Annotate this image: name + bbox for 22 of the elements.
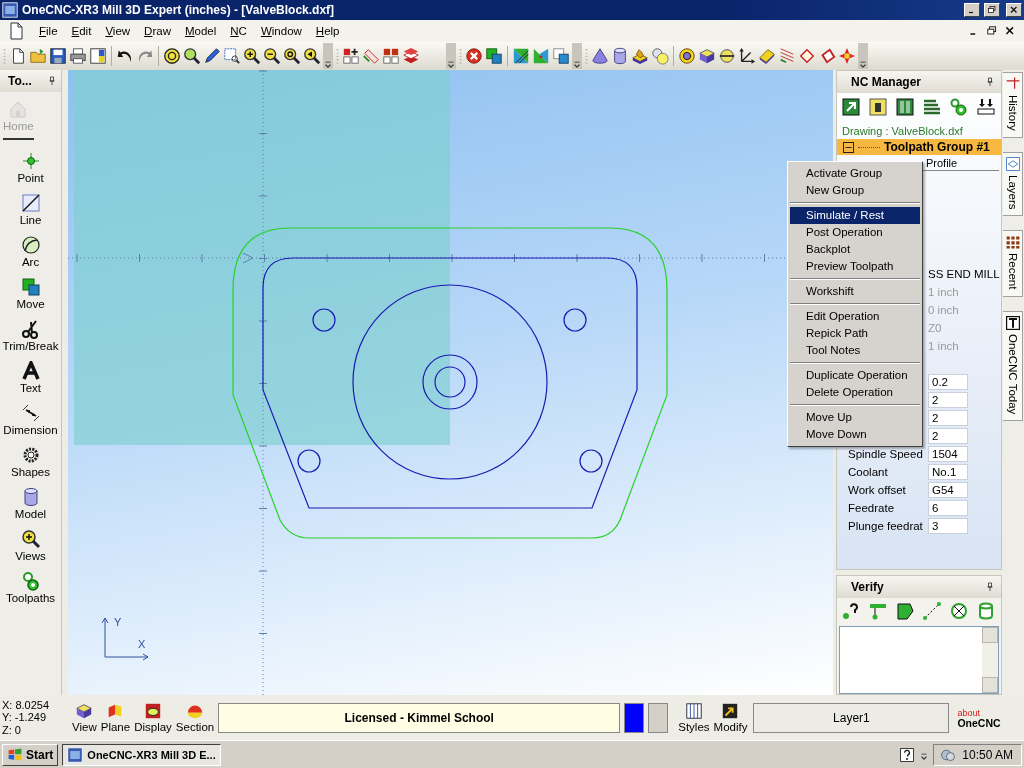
property-label: Spindle Speed	[848, 448, 924, 460]
axis-label: Y	[114, 616, 122, 628]
panel-title: To...	[8, 74, 32, 88]
property-label: Plunge feedrat	[848, 520, 924, 532]
clock: 10:50 AM	[962, 747, 1013, 762]
coordinate-readout: Y: -1.249	[2, 711, 48, 724]
axis-label: X	[138, 638, 146, 650]
property-value: 1 inch	[928, 286, 959, 298]
property-value: 1 inch	[928, 340, 959, 352]
property-value: 0 inch	[928, 304, 959, 316]
coordinate-readout: X: 8.0254	[2, 698, 51, 712]
panel-title: NC Manager	[851, 75, 921, 89]
property-label: Coolant	[848, 466, 889, 478]
property-label: Work offset	[848, 484, 907, 496]
coordinate-readout: Z: 0	[2, 723, 22, 737]
property-value: SS END MILL	[928, 268, 1000, 280]
panel-title: Verify	[851, 580, 884, 594]
window-title: OneCNC-XR3 Mill 3D Expert (inches) - [ValveBlock.dxf]	[22, 3, 336, 17]
license-banner: Licensed - Kimmel School	[218, 702, 621, 733]
property-value: Z0	[928, 322, 942, 334]
property-label: Feedrate	[848, 502, 896, 514]
drawing-name: Drawing : ValveBlock.dxf	[841, 124, 964, 139]
